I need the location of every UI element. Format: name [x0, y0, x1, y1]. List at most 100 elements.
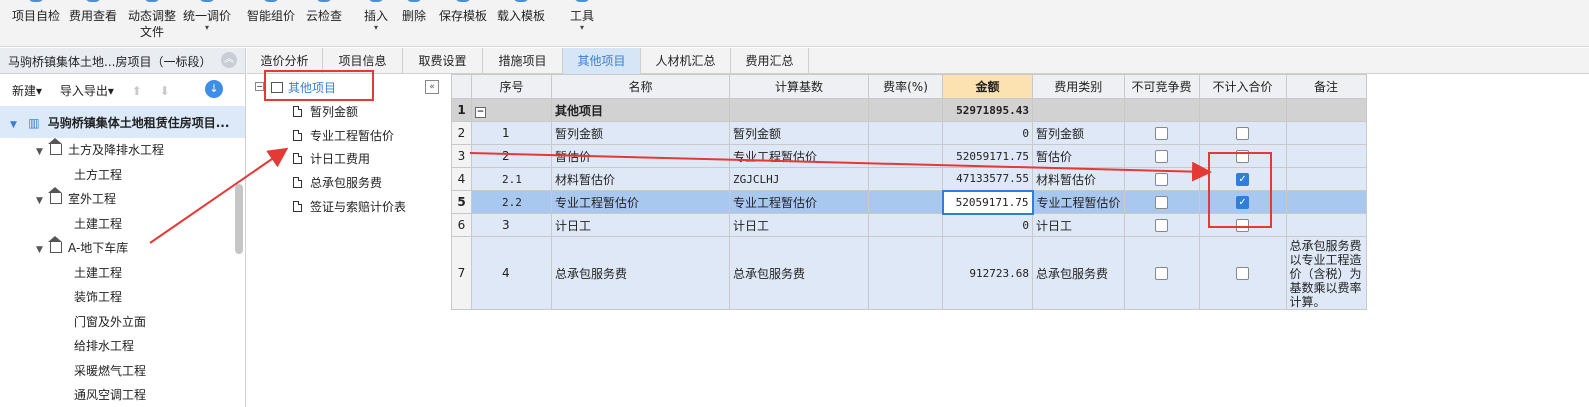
move-up-icon[interactable]: ⬆	[132, 84, 142, 98]
col-note[interactable]: 备注	[1285, 74, 1367, 99]
tree-node[interactable]: 通风空调工程	[0, 383, 245, 407]
seq-cell[interactable]: 4	[471, 236, 552, 310]
rate-cell[interactable]	[868, 144, 943, 168]
name-cell[interactable]: 其他项目	[551, 98, 730, 122]
base-cell[interactable]: 总承包服务费	[729, 236, 869, 310]
rate-cell[interactable]	[868, 98, 943, 122]
category-cell[interactable]	[1032, 98, 1125, 122]
rate-cell[interactable]	[868, 213, 943, 237]
fee-view-button[interactable]: 费用查看	[66, 0, 120, 24]
col-base[interactable]: 计算基数	[729, 74, 869, 99]
collapse-up-icon[interactable]: ︽	[221, 52, 237, 68]
tools-button[interactable]: 工具 ▾	[566, 0, 598, 32]
exclude-checkbox[interactable]	[1236, 267, 1250, 280]
collapse-minus-icon[interactable]: −	[475, 106, 486, 118]
tab-other-items[interactable]: 其他项目	[563, 48, 641, 74]
table-row[interactable]: 2 1 暂列金额 暂列金额 0 暂列金额	[451, 121, 1367, 145]
category-cell[interactable]: 计日工	[1032, 213, 1125, 237]
category-cell[interactable]: 总承包服务费	[1032, 236, 1125, 310]
import-export-button[interactable]: 导入导出▾	[60, 84, 114, 98]
tree-item[interactable]: 签证与索赔计价表	[293, 195, 406, 219]
category-cell[interactable]: 暂列金额	[1032, 121, 1125, 145]
tree-node[interactable]: 给排水工程	[0, 334, 245, 359]
tree-node[interactable]: ▼ 室外工程	[0, 187, 245, 212]
smart-pricing-button[interactable]: 智能组价	[244, 0, 298, 24]
tree-item[interactable]: 暂列金额	[293, 100, 358, 124]
tree-node[interactable]: 土建工程	[0, 212, 245, 237]
rate-cell[interactable]	[868, 121, 943, 145]
seq-cell[interactable]: 3	[471, 213, 552, 237]
move-down-icon[interactable]: ⬇	[160, 84, 170, 98]
noncompete-checkbox[interactable]	[1155, 267, 1169, 280]
tree-node[interactable]: 土建工程	[0, 261, 245, 286]
seq-cell[interactable]: 2.1	[471, 167, 552, 191]
note-cell[interactable]	[1285, 190, 1367, 214]
table-row[interactable]: 7 4 总承包服务费 总承包服务费 912723.68 总承包服务费 总承包服务…	[451, 236, 1367, 310]
noncompete-checkbox[interactable]	[1155, 219, 1169, 232]
col-seq[interactable]: 序号	[471, 74, 552, 99]
dynamic-adjust-file-button[interactable]: 动态调整 文件	[124, 0, 180, 40]
name-cell[interactable]: 暂列金额	[551, 121, 730, 145]
noncompete-checkbox[interactable]	[1155, 150, 1169, 163]
note-cell[interactable]	[1285, 121, 1367, 145]
seq-cell[interactable]: 2.2	[471, 190, 552, 214]
unified-price-adjust-button[interactable]: 统一调价 ▾	[180, 0, 234, 32]
col-category[interactable]: 费用类别	[1032, 74, 1125, 99]
load-template-button[interactable]: 载入模板	[494, 0, 548, 24]
note-cell[interactable]	[1285, 98, 1367, 122]
caret-down-icon[interactable]: ▼	[10, 120, 24, 130]
tree-item[interactable]: 专业工程暂估价	[293, 124, 394, 148]
save-template-button[interactable]: 保存模板	[436, 0, 490, 24]
seq-cell[interactable]: 1	[471, 121, 552, 145]
new-button[interactable]: 新建▾	[12, 84, 42, 98]
rate-cell[interactable]	[868, 236, 943, 310]
noncompete-checkbox[interactable]	[1155, 196, 1169, 209]
col-name[interactable]: 名称	[551, 74, 730, 99]
tree-node[interactable]: 采暖燃气工程	[0, 359, 245, 384]
tab-measure-items[interactable]: 措施项目	[483, 48, 563, 74]
note-cell[interactable]: 总承包服务费以专业工程造价（含税）为基数乘以费率计算。	[1285, 236, 1367, 310]
col-exclude[interactable]: 不计入合价	[1198, 74, 1287, 99]
seq-cell[interactable]: 2	[471, 144, 552, 168]
tree-item[interactable]: 总承包服务费	[293, 171, 382, 195]
tree-node[interactable]: 装饰工程	[0, 285, 245, 310]
name-cell[interactable]: 专业工程暂估价	[551, 190, 730, 214]
cloud-check-button[interactable]: 云检查	[302, 0, 346, 24]
category-cell[interactable]: 专业工程暂估价	[1032, 190, 1125, 214]
insert-button[interactable]: 插入 ▾	[360, 0, 392, 32]
note-cell[interactable]	[1285, 167, 1367, 191]
tree-scrollbar[interactable]	[235, 184, 243, 254]
tab-material-summary[interactable]: 人材机汇总	[641, 48, 731, 74]
category-cell[interactable]: 暂估价	[1032, 144, 1125, 168]
noncompete-checkbox[interactable]	[1155, 173, 1169, 186]
base-cell[interactable]: ZGJCLHJ	[729, 167, 869, 191]
download-icon[interactable]: ↓	[205, 80, 223, 98]
tree-item[interactable]: 计日工费用	[293, 147, 370, 171]
tree-node[interactable]: ▼ A-地下车库	[0, 236, 245, 261]
category-cell[interactable]: 材料暂估价	[1032, 167, 1125, 191]
base-cell[interactable]: 专业工程暂估价	[729, 190, 869, 214]
base-cell[interactable]: 暂列金额	[729, 121, 869, 145]
exclude-checkbox[interactable]	[1236, 127, 1250, 140]
tree-root[interactable]: ▼ ▥ 马驹桥镇集体土地租赁住房项目...	[0, 106, 245, 138]
delete-button[interactable]: 删除	[398, 0, 430, 24]
col-amount[interactable]: 金额	[942, 74, 1033, 99]
tree-node[interactable]: ▼ 土方及降排水工程	[0, 138, 245, 163]
note-cell[interactable]	[1285, 144, 1367, 168]
noncompete-checkbox[interactable]	[1155, 127, 1169, 140]
base-cell[interactable]: 专业工程暂估价	[729, 144, 869, 168]
col-noncompete[interactable]: 不可竞争费	[1123, 74, 1200, 99]
tab-fee-summary[interactable]: 费用汇总	[731, 48, 809, 74]
rate-cell[interactable]	[868, 167, 943, 191]
tab-fee-settings[interactable]: 取费设置	[403, 48, 483, 74]
note-cell[interactable]	[1285, 213, 1367, 237]
rate-cell[interactable]	[868, 190, 943, 214]
tree-node[interactable]: 土方工程	[0, 163, 245, 188]
name-cell[interactable]: 暂估价	[551, 144, 730, 168]
col-rate[interactable]: 费率(%)	[868, 74, 943, 99]
name-cell[interactable]: 材料暂估价	[551, 167, 730, 191]
base-cell[interactable]: 计日工	[729, 213, 869, 237]
project-self-check-button[interactable]: 项目自检	[10, 0, 62, 24]
table-row[interactable]: 1 − 其他项目 52971895.43	[451, 98, 1367, 122]
name-cell[interactable]: 总承包服务费	[551, 236, 730, 310]
